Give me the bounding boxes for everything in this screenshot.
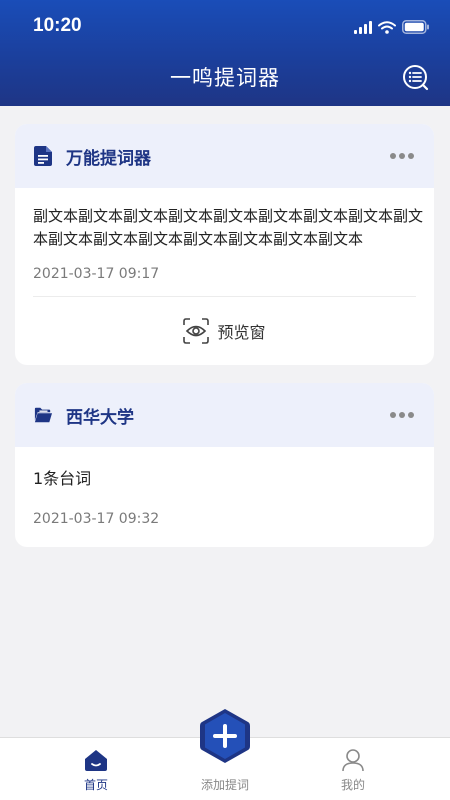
preview-window-label: 预览窗 (217, 323, 266, 342)
script-card[interactable]: 万能提词器 副文本副文本副文本副文本副文本副文本副文本副文本副文本副文本副文本副… (15, 124, 434, 365)
user-icon (341, 748, 365, 772)
home-icon (84, 748, 108, 772)
card-date: 2021-03-17 09:32 (33, 511, 160, 527)
battery-icon (402, 20, 430, 34)
signal-icon (354, 20, 372, 34)
nav-home[interactable]: 首页 (51, 738, 141, 800)
more-icon[interactable] (390, 150, 414, 162)
card-header: 万能提词器 (15, 124, 434, 188)
status-bar: 10:20 (0, 0, 450, 52)
app-header: 10:20 一鸣提词器 (0, 0, 450, 106)
card-header: 西华大学 (15, 383, 434, 447)
document-icon (34, 146, 52, 166)
nav-add-label: 添加提词 (200, 778, 249, 792)
nav-mine[interactable]: 我的 (308, 738, 398, 800)
card-body-text: 副文本副文本副文本副文本副文本副文本副文本副文本副文本副文本副文本副文本副文本副… (33, 207, 423, 248)
wifi-icon (378, 20, 396, 34)
card-title: 西华大学 (66, 407, 134, 428)
preview-window-button[interactable]: 预览窗 (15, 297, 434, 365)
more-icon[interactable] (390, 409, 414, 421)
list-menu-icon[interactable] (402, 64, 430, 92)
nav-mine-label: 我的 (340, 778, 365, 792)
folder-icon (34, 405, 52, 425)
folder-card[interactable]: 西华大学 1条台词 2021-03-17 09:32 (15, 383, 434, 547)
card-body-text: 1条台词 (33, 469, 92, 488)
page-title: 一鸣提词器 (170, 66, 280, 90)
eye-icon (183, 318, 210, 344)
card-date: 2021-03-17 09:17 (33, 266, 160, 282)
card-title: 万能提词器 (66, 148, 151, 169)
nav-home-label: 首页 (83, 778, 108, 792)
plus-icon (200, 709, 250, 763)
status-icons (354, 18, 430, 36)
add-script-button[interactable] (197, 708, 253, 764)
status-time: 10:20 (33, 15, 82, 36)
